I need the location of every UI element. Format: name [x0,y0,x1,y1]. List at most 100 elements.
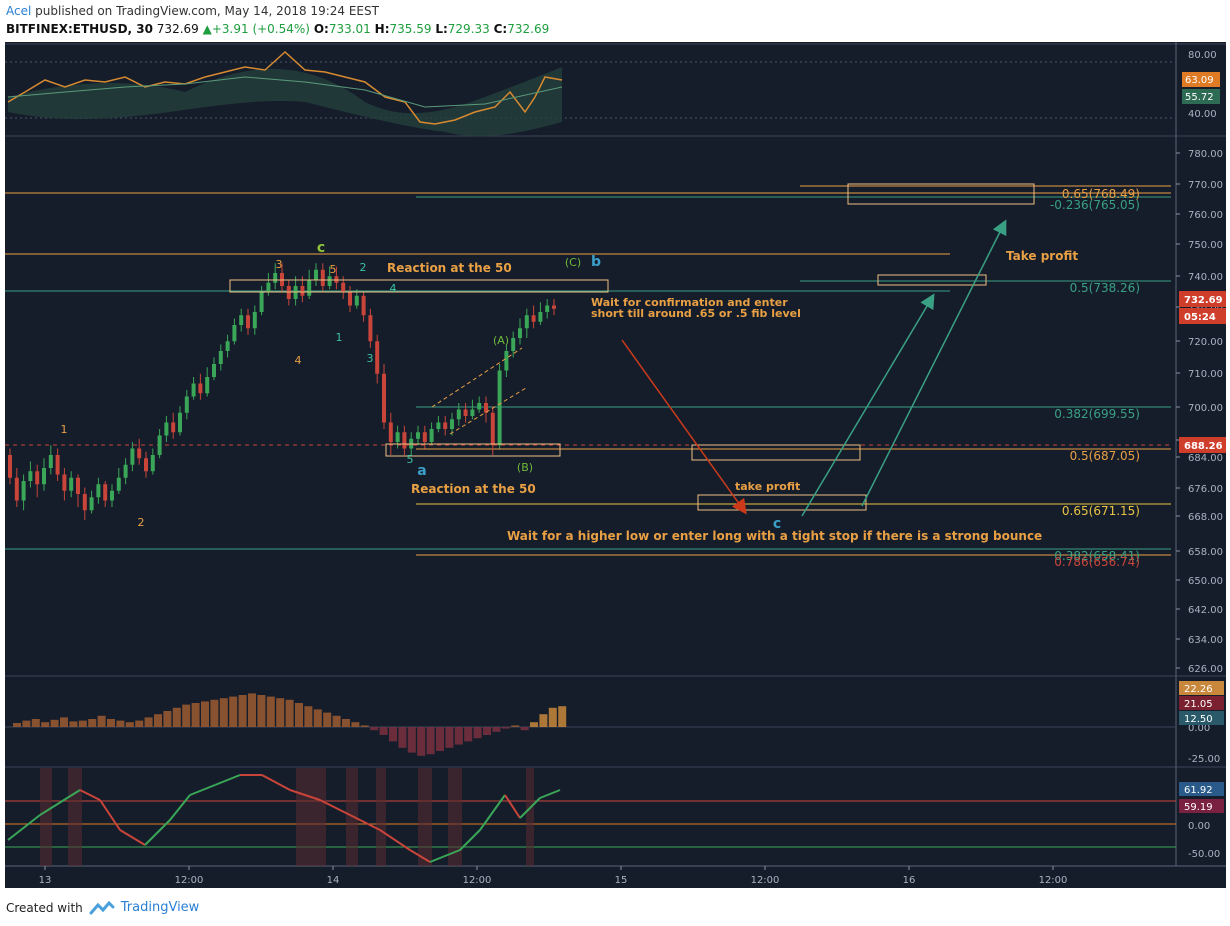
macd-bar [219,698,228,727]
price-tick-label: 684.00 [1188,453,1223,464]
price-tick-label: 676.00 [1188,484,1223,495]
macd-bar [304,706,313,727]
macd-bar [60,717,68,727]
macd-bar [501,727,510,729]
macd-bar [50,719,59,727]
candle-body [443,422,448,429]
osc-line-segment [214,774,241,786]
time-tick-label: 12:00 [751,875,780,886]
macd-bar [144,717,153,727]
wave-label: a [417,463,426,479]
osc-line-segment [189,784,216,796]
candle-body [252,312,257,329]
rsi-badge: 63.09 [1185,75,1214,86]
candle-body [552,305,556,309]
price-change: +3.91 (+0.54%) [211,22,310,36]
candle-body [361,295,366,316]
target-zone [877,274,987,286]
author-link[interactable]: Acel [6,4,31,18]
osc-line-segment [7,814,41,841]
candle-body [545,305,550,312]
osc-tick-label: -50.00 [1188,849,1220,860]
annotation-text: short till around .65 or .5 fib level [591,307,801,320]
macd-bar [31,719,40,727]
macd-bar [182,704,191,727]
osc-line-segment [479,794,506,831]
wave-label: 5 [407,453,414,466]
macd-bar [172,707,181,727]
macd-bar [238,695,247,727]
wave-label: c [317,240,325,256]
candle-body [314,269,318,280]
price-tick-label: 642.00 [1188,605,1223,616]
candle-body [497,370,502,446]
wave-label: 3 [367,352,374,365]
candle-body [164,422,169,436]
fib-label: -0.236(765.05) [1050,198,1140,212]
macd-tick-label: -25.00 [1188,754,1220,765]
fib-label: 0.5(687.05) [1070,449,1140,463]
wave-label: (B) [517,461,533,474]
osc-line-segment [79,789,101,801]
macd-bar [285,699,294,727]
macd-bar [248,693,256,727]
candle-body [89,497,94,511]
macd-bar [257,695,266,727]
candle-body [504,351,509,371]
wave-label: 4 [295,354,302,367]
macd-bar [125,722,134,727]
osc-line-segment [539,789,561,799]
time-tick-label: 12:00 [175,875,204,886]
macd-bar [332,715,341,727]
fib-label: 0.5(738.26) [1070,281,1140,295]
target-zone [847,183,1035,205]
price-tick-label: 750.00 [1188,240,1223,251]
chart-canvas[interactable]: 780.00770.00760.00750.00740.00730.00720.… [5,42,1226,888]
macd-bar [295,703,303,727]
rsi-tick-label: 80.00 [1188,50,1217,61]
candle-body [35,471,40,485]
candle-body [96,484,101,498]
macd-bar [454,727,463,745]
long-arrow [861,219,1007,507]
chart-area[interactable]: 780.00770.00760.00750.00740.00730.00720.… [5,42,1226,888]
macd-bar [483,727,491,735]
up-triangle-icon: ▲ [202,22,212,36]
candle-body [198,383,203,394]
reaction-zone [229,279,609,293]
osc-shade [68,768,82,866]
candle-body [42,468,46,485]
macd-bar [473,727,482,739]
price-tick-label: 658.00 [1188,547,1223,558]
candle-body [388,422,393,442]
candle-body [246,315,250,329]
macd-bar [398,727,407,748]
candle-body [300,286,305,296]
osc-shade [526,768,534,866]
symbol-label: BITFINEX:ETHUSD, 30 [6,22,153,36]
time-tick-label: 12:00 [1039,875,1068,886]
candle-body [490,412,495,446]
osc-tick-label: 0.00 [1188,821,1210,832]
macd-bar [78,720,87,727]
candle-body [82,494,87,511]
candle-body [76,477,80,494]
fib-label: 0.786(656.74) [1054,555,1140,569]
macd-bar [445,727,454,748]
low-value: 729.33 [447,22,490,36]
osc-badge: 59.19 [1184,802,1213,813]
wave-label: b [591,254,601,270]
macd-bar [379,727,388,735]
price-tick-label: 668.00 [1188,512,1223,523]
osc-line-segment [504,794,521,819]
osc-shade [376,768,386,866]
candle-body [402,432,407,449]
macd-bar [201,701,209,727]
macd-bar [41,722,50,727]
candle-body [150,455,155,472]
candle-body [259,292,264,312]
candle-body [21,481,26,501]
channel-line [431,347,523,408]
tradingview-brand[interactable]: TradingView [121,900,200,915]
time-tick-label: 16 [903,875,916,886]
